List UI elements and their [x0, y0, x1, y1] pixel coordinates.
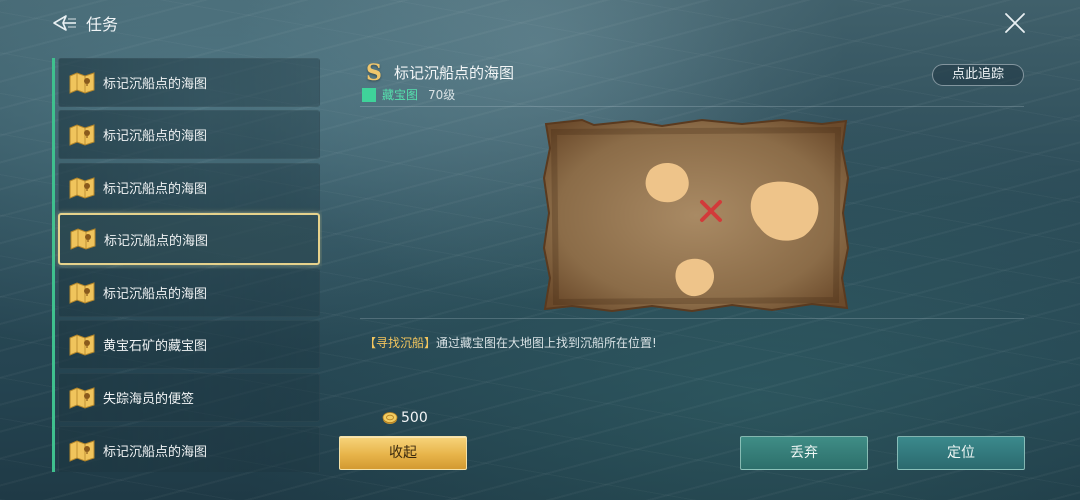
task-level-label: 70级: [428, 88, 456, 102]
treasure-map-icon: [69, 71, 95, 94]
task-list-item[interactable]: 标记沉船点的海图: [58, 268, 320, 317]
task-label: 标记沉船点的海图: [103, 182, 208, 197]
task-description: 【寻找沉船】通过藏宝图在大地图上找到沉船所在位置!: [364, 334, 657, 351]
task-label: 失踪海员的便签: [103, 392, 195, 407]
task-title: 标记沉船点的海图: [394, 64, 515, 82]
task-label: 标记沉船点的海图: [103, 287, 208, 302]
track-button[interactable]: 点此追踪: [932, 64, 1024, 86]
treasure-map-icon: [69, 281, 95, 304]
treasure-map-icon: [69, 439, 95, 462]
task-list-item[interactable]: 标记沉船点的海图: [58, 163, 320, 212]
coin-icon: [382, 412, 398, 424]
close-icon[interactable]: [1002, 10, 1028, 36]
task-list-item[interactable]: 标记沉船点的海图: [58, 58, 320, 107]
task-list-item-selected[interactable]: 标记沉船点的海图: [58, 213, 320, 265]
divider: [360, 106, 1024, 107]
header: 任务: [52, 10, 118, 36]
task-list: 标记沉船点的海图 标记沉船点的海图 标记沉船点的海图 标记沉船点的海图 标记沉船…: [52, 58, 322, 472]
task-label: 标记沉船点的海图: [103, 445, 208, 460]
task-list-item[interactable]: 标记沉船点的海图: [58, 110, 320, 159]
treasure-map-icon: [69, 333, 95, 356]
description-tag: 【寻找沉船】: [364, 336, 437, 350]
divider: [360, 318, 1024, 319]
task-type-row: 藏宝图 70级: [362, 86, 455, 103]
treasure-map-image: [542, 118, 850, 312]
task-list-item[interactable]: 标记沉船点的海图: [58, 426, 320, 472]
task-label: 标记沉船点的海图: [104, 233, 209, 249]
task-label: 标记沉船点的海图: [103, 77, 208, 92]
treasure-map-icon: [69, 386, 95, 409]
collapse-button[interactable]: 收起: [339, 436, 467, 470]
rank-badge: S: [366, 60, 382, 86]
task-type-label: 藏宝图: [382, 88, 419, 102]
treasure-map-icon: [70, 228, 96, 250]
abandon-button[interactable]: 丢弃: [740, 436, 868, 470]
task-label: 标记沉船点的海图: [103, 129, 208, 144]
treasure-map-icon: [69, 123, 95, 146]
treasure-map-icon: [69, 176, 95, 199]
task-detail-panel: S 标记沉船点的海图 点此追踪 藏宝图 70级 【寻找沉船】通过藏宝图在大地图上…: [360, 58, 1028, 358]
reward: 500: [382, 410, 428, 426]
task-list-item[interactable]: 失踪海员的便签: [58, 373, 320, 422]
back-arrow-icon[interactable]: [52, 13, 78, 33]
page-title: 任务: [86, 15, 119, 34]
locate-button[interactable]: 定位: [897, 436, 1025, 470]
task-list-item[interactable]: 黄宝石矿的藏宝图: [58, 320, 320, 369]
type-color-swatch: [362, 87, 376, 102]
description-text: 通过藏宝图在大地图上找到沉船所在位置!: [436, 336, 657, 350]
reward-amount: 500: [401, 410, 428, 426]
task-label: 黄宝石矿的藏宝图: [103, 339, 208, 354]
